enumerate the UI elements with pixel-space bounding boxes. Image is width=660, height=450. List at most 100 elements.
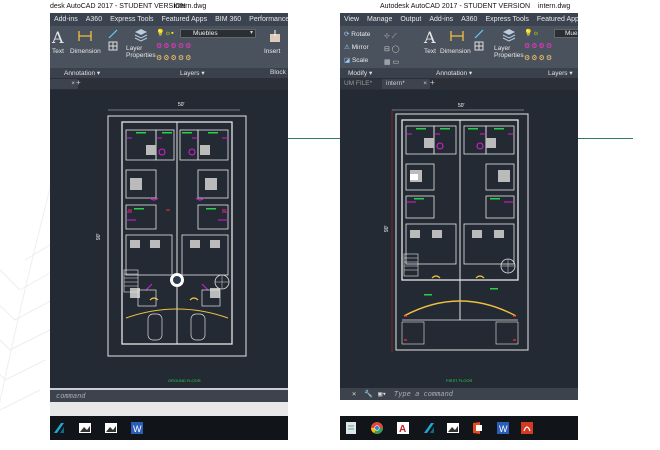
ribbon-tabs: Add-ins A360 Express Tools Featured Apps BIM… [50, 13, 288, 26]
tab-performance[interactable]: Performance [245, 13, 288, 23]
dimension-icon [78, 31, 92, 41]
ribbon-tabs: View Manage Output Add-ins A360 Express Tools… [340, 13, 578, 26]
insert-block-icon [270, 30, 280, 42]
file-tabs: × + [50, 78, 288, 90]
new-tab-button[interactable]: + [76, 78, 86, 88]
annotation-panel-label[interactable]: Annotation ▾ [64, 69, 100, 77]
file-tab-intern[interactable]: intern* × [382, 79, 430, 89]
word-icon[interactable]: W [496, 421, 510, 435]
connector-line [578, 138, 633, 139]
photos-icon[interactable] [78, 421, 92, 435]
panel-labels: Modify ▾ Annotation ▾ Layers ▾ [340, 68, 578, 78]
drawing-caption: FIRST FLOOR [446, 378, 472, 383]
close-icon[interactable]: × [423, 79, 427, 89]
office-icon[interactable] [470, 421, 484, 435]
layer-properties-button[interactable]: Layer Properties [494, 45, 524, 59]
tab-output[interactable]: Output [396, 13, 425, 23]
layer-tools-row[interactable]: ⚙⚙⚙⚙ [524, 42, 578, 50]
pdf-icon[interactable] [520, 421, 534, 435]
layers-panel-label[interactable]: Layers ▾ [180, 69, 205, 77]
text-button[interactable]: Text [52, 48, 64, 55]
command-input[interactable]: Type a command [394, 390, 453, 398]
word-icon[interactable]: W [130, 421, 144, 435]
layer-properties-button[interactable]: Layer Properties [126, 45, 156, 59]
tab-express-tools[interactable]: Express Tools [106, 13, 157, 23]
width-dimension: 50' [178, 102, 185, 108]
rotate-button[interactable]: ⟳ Rotate [344, 30, 370, 38]
tab-add-ins[interactable]: Add-ins [50, 13, 82, 23]
annotation-panel-label[interactable]: Annotation ▾ [436, 69, 472, 77]
layer-dropdown[interactable]: Mueb [554, 29, 578, 38]
autocad-window-left: desk AutoCAD 2017 - STUDENT VERSION inte… [50, 0, 288, 440]
block-panel-label[interactable]: Block [270, 69, 286, 76]
room-labels [414, 128, 504, 296]
status-strip [50, 402, 288, 416]
app-title: desk AutoCAD 2017 - STUDENT VERSION [50, 3, 186, 10]
title-bar: desk AutoCAD 2017 - STUDENT VERSION inte… [50, 0, 288, 13]
taskbar: W [50, 416, 288, 440]
scale-button[interactable]: ◪ Scale [344, 56, 368, 64]
new-tab-button[interactable]: + [430, 78, 440, 88]
notes-icon[interactable] [344, 421, 358, 435]
layer-tools-row[interactable]: ⚙⚙⚙⚙ [524, 54, 578, 62]
text-icon: A [424, 28, 436, 47]
layer-properties-icon [134, 29, 148, 42]
tab-add-ins[interactable]: Add-ins [425, 13, 457, 23]
chrome-icon[interactable] [370, 421, 384, 435]
tab-bim-360[interactable]: BIM 360 [211, 13, 245, 23]
panel-labels: Annotation ▾ Layers ▾ Block [50, 68, 288, 78]
layer-state-icons[interactable]: 💡☼ [524, 29, 548, 38]
tab-express-tools[interactable]: Express Tools [481, 13, 532, 23]
layer-state-icons[interactable]: 💡☼▪ [156, 29, 180, 38]
tab-a360[interactable]: A360 [82, 13, 106, 23]
command-input[interactable]: command [56, 392, 86, 400]
layer-tools-row[interactable]: ⚙⚙⚙⚙⚙ [156, 42, 226, 50]
chevron-down-icon[interactable]: ▾ [250, 29, 253, 36]
close-icon[interactable]: × [71, 79, 75, 89]
mirror-button[interactable]: ⚠ Mirror [344, 43, 369, 51]
tab-manage[interactable]: Manage [363, 13, 396, 23]
svg-text:W: W [499, 424, 508, 434]
command-line[interactable]: × 🔧 ▣▾ Type a command [340, 388, 578, 400]
text-icon: A [52, 28, 64, 47]
table-icon[interactable] [108, 41, 118, 51]
status-strip [340, 400, 578, 416]
floor-plan-ground: 50' 90' GROUND FLOOR [96, 102, 247, 383]
dimension-icon [450, 31, 464, 41]
autodesk-icon[interactable] [52, 421, 66, 435]
autocad-icon[interactable]: A [396, 421, 410, 435]
app-title: Autodesk AutoCAD 2017 - STUDENT VERSION [380, 3, 531, 10]
photos-icon[interactable] [446, 421, 460, 435]
svg-text:W: W [133, 424, 142, 434]
tab-featured-apps[interactable]: Featured Apps [158, 13, 212, 23]
modify-tools[interactable]: ⊹ ⟋ ⊟ ◯ ▦ ▭ [384, 30, 400, 68]
insert-button[interactable]: Insert [264, 48, 280, 55]
photos-icon[interactable] [104, 421, 118, 435]
leader-icon[interactable] [108, 29, 118, 39]
file-tabs: UM FILE* intern* × + [340, 78, 578, 90]
layer-dropdown[interactable]: Muebles [180, 29, 256, 38]
tab-featured-apps[interactable]: Featured Apps [533, 13, 578, 23]
file-name: intern.dwg [174, 3, 207, 10]
drawing-canvas[interactable]: 50' 90' [50, 90, 288, 388]
file-tab-um-file[interactable]: UM FILE* [340, 79, 384, 89]
tab-view[interactable]: View [340, 13, 363, 23]
layers-panel-label[interactable]: Layers ▾ [548, 69, 573, 77]
file-tab[interactable]: × [50, 79, 78, 89]
tab-a360[interactable]: A360 [457, 13, 481, 23]
modify-panel-label[interactable]: Modify ▾ [348, 69, 372, 77]
svg-text:A: A [399, 424, 406, 435]
command-line[interactable]: command [50, 390, 288, 402]
autodesk-icon[interactable] [422, 421, 436, 435]
leader-icon[interactable] [474, 29, 484, 39]
file-name: intern.dwg [538, 3, 571, 10]
text-button[interactable]: Text [424, 48, 436, 55]
drawing-canvas[interactable]: 50' 90' [340, 90, 578, 388]
command-history-icon[interactable]: ▣▾ [378, 390, 386, 398]
table-icon[interactable] [474, 41, 484, 51]
wrench-icon[interactable]: 🔧 [364, 390, 373, 398]
layer-tools-row[interactable]: ⚙⚙⚙⚙⚙ [156, 54, 226, 62]
dimension-button[interactable]: Dimension [440, 48, 471, 55]
dimension-button[interactable]: Dimension [70, 48, 101, 55]
close-icon[interactable]: × [352, 390, 356, 398]
